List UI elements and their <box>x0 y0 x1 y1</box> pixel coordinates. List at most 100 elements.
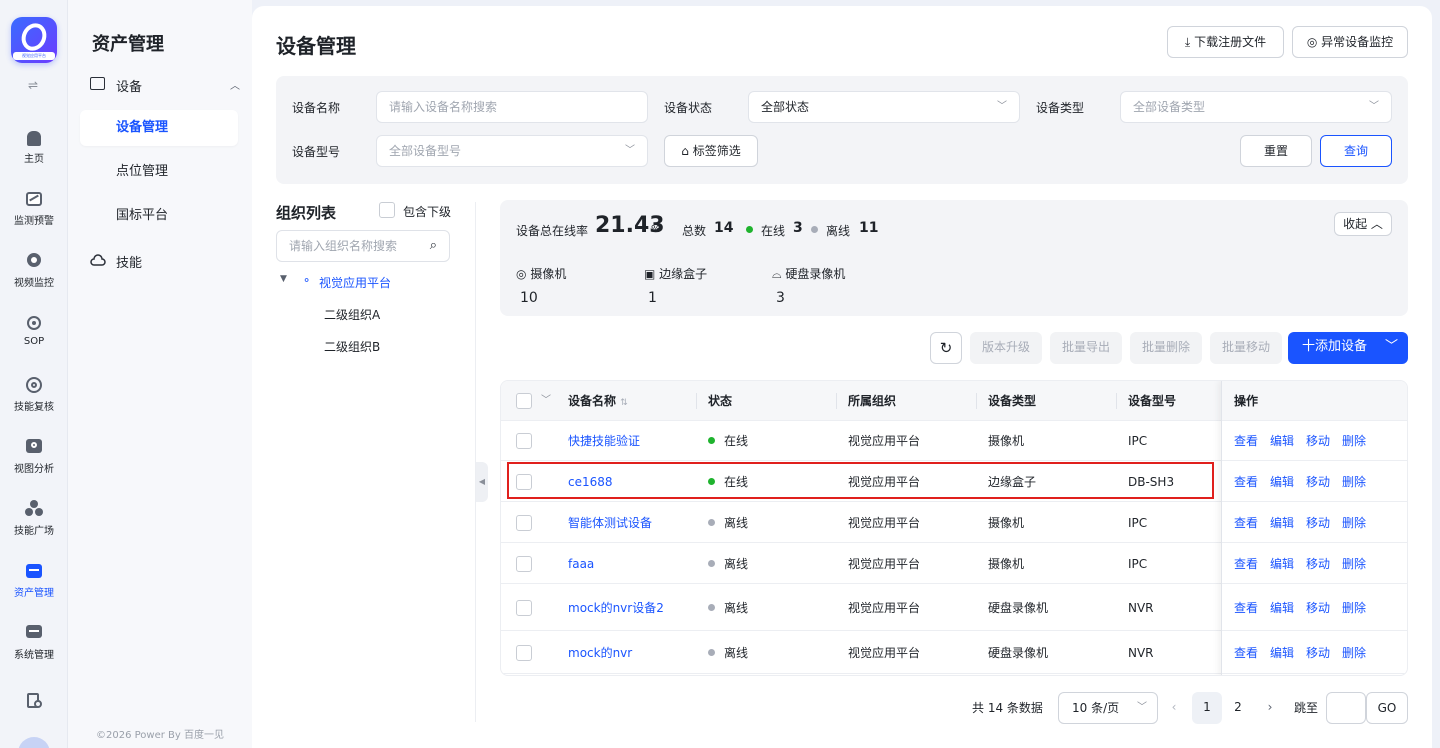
status-cell: 离线 <box>708 585 748 630</box>
download-register-file-button[interactable]: ⤓ 下载注册文件 <box>1167 26 1284 58</box>
rail-item-skill-square[interactable]: 技能广场 <box>0 500 68 537</box>
category-label: 摄像机 <box>530 267 567 281</box>
app-logo[interactable]: 视觉应用平台 <box>11 17 57 63</box>
collapse-button[interactable]: 收起 ︿ <box>1334 212 1392 236</box>
row-checkbox[interactable] <box>516 556 532 572</box>
row-checkbox[interactable] <box>516 433 532 449</box>
menu-item-gb-platform[interactable]: 国标平台 <box>80 198 238 234</box>
device-name-link[interactable]: faaa <box>568 544 594 583</box>
caret-left-icon: ◀ <box>478 477 486 486</box>
row-checkbox[interactable] <box>516 645 532 661</box>
version-upgrade-button[interactable]: 版本升级 <box>970 332 1042 364</box>
rail-label: 资产管理 <box>14 588 54 599</box>
sort-icon[interactable]: ⇅ <box>620 398 628 408</box>
rail-label: 监测预警 <box>14 216 54 227</box>
collapse-handle[interactable]: ◀ <box>476 462 488 502</box>
org-tree-root[interactable]: 视觉应用平台 <box>319 274 391 291</box>
rail-label: 技能广场 <box>14 526 54 537</box>
chevron-left-icon: ‹ <box>1171 700 1177 714</box>
device-model-select[interactable]: 全部设备型号 ﹀ <box>376 135 648 167</box>
go-button[interactable]: GO <box>1366 692 1408 724</box>
switch-icon[interactable]: ⇌ <box>28 78 38 92</box>
tag-filter-button[interactable]: ⌂ 标签筛选 <box>664 135 758 167</box>
page-size-select[interactable]: 10 条/页 ﹀ <box>1058 692 1158 724</box>
secondary-nav: 资产管理 设备 ︿ 设备管理 点位管理 国标平台 技能 ©2026 Power … <box>68 0 252 748</box>
next-page-button[interactable]: › <box>1258 692 1282 724</box>
org-search-input[interactable]: 请输入组织名称搜索 ⌕ <box>276 230 450 262</box>
offline-label: 离线 <box>826 224 851 238</box>
refresh-button[interactable]: ↻ <box>930 332 962 364</box>
column-separator <box>976 393 977 409</box>
logo-caption: 视觉应用平台 <box>13 52 55 60</box>
select-value: 全部状态 <box>761 100 810 114</box>
rail-label: 视图分析 <box>14 464 54 475</box>
total-value: 14 <box>714 220 734 236</box>
offline-dot-icon <box>708 560 715 567</box>
fixed-actions-column <box>1221 381 1407 675</box>
rail-item-monitoring-alert[interactable]: 监测预警 <box>0 190 68 227</box>
rail-item-asset-management[interactable]: 资产管理 <box>0 562 68 599</box>
status-text: 离线 <box>724 557 749 571</box>
rail-item-video-monitor[interactable]: 视频监控 <box>0 252 68 289</box>
device-name-link[interactable]: 快捷技能验证 <box>568 421 640 460</box>
device-status-select[interactable]: 全部状态 ﹀ <box>748 91 1020 123</box>
download-icon: ⤓ <box>1184 35 1191 49</box>
query-button[interactable]: 查询 <box>1320 135 1392 167</box>
include-sub-checkbox[interactable] <box>379 202 395 218</box>
rail-item-system-management[interactable]: 系统管理 <box>0 624 68 661</box>
org-tree-child[interactable]: 二级组织A <box>324 306 380 323</box>
type-cell: 摄像机 <box>988 557 1025 571</box>
device-name-input[interactable]: 请输入设备名称搜索 <box>376 91 648 123</box>
add-device-button[interactable]: 十添加设备 ﹀ <box>1288 332 1408 364</box>
batch-export-button[interactable]: 批量导出 <box>1050 332 1122 364</box>
select-dropdown-icon[interactable]: ﹀ <box>541 381 551 421</box>
caret-down-icon[interactable]: ▼ <box>280 274 287 284</box>
rail-item-sop[interactable]: SOP <box>0 314 68 347</box>
chevron-down-icon[interactable]: ﹀ <box>1385 332 1398 362</box>
menu-group-skill[interactable]: 技能 <box>90 252 240 271</box>
org-tree-child[interactable]: 二级组织B <box>324 338 380 355</box>
column-header-model: 设备型号 <box>1128 394 1177 408</box>
device-type-select[interactable]: 全部设备类型 ﹀ <box>1120 91 1392 123</box>
chart-line-icon <box>25 190 43 208</box>
camera-category: ◎ 摄像机 <box>516 265 566 282</box>
row-checkbox[interactable] <box>516 515 532 531</box>
reset-button[interactable]: 重置 <box>1240 135 1312 167</box>
device-name-link[interactable]: mock的nvr设备2 <box>568 585 664 630</box>
rail-item-schedule[interactable] <box>0 692 68 714</box>
model-cell: IPC <box>1128 433 1148 448</box>
menu-item-device-management[interactable]: 设备管理 <box>80 110 238 146</box>
rail-label: 主页 <box>24 154 44 165</box>
column-separator <box>696 393 697 409</box>
batch-move-button[interactable]: 批量移动 <box>1210 332 1282 364</box>
abnormal-device-monitor-button[interactable]: ◎ 异常设备监控 <box>1292 26 1408 58</box>
device-name-link[interactable]: 智能体测试设备 <box>568 503 652 542</box>
org-cell: 视觉应用平台 <box>848 601 921 615</box>
row-checkbox[interactable] <box>516 600 532 616</box>
menu-item-point-management[interactable]: 点位管理 <box>80 154 238 190</box>
include-sub-label: 包含下级 <box>403 205 452 219</box>
select-placeholder: 全部设备型号 <box>389 144 462 158</box>
home-icon <box>25 128 43 146</box>
chevron-down-icon: ﹀ <box>997 101 1007 112</box>
jump-page-input[interactable] <box>1326 692 1366 724</box>
column-header-name[interactable]: 设备名称 ⇅ <box>568 381 628 421</box>
org-list-title: 组织列表 <box>276 204 337 222</box>
rail-item-home[interactable]: 主页 <box>0 128 68 165</box>
column-header-org: 所属组织 <box>848 394 897 408</box>
calendar-clock-icon <box>25 692 43 710</box>
device-type-label: 设备类型 <box>1036 101 1085 115</box>
rail-item-view-analysis[interactable]: 视图分析 <box>0 438 68 475</box>
org-cell: 视觉应用平台 <box>848 434 921 448</box>
page-button-1[interactable]: 1 <box>1192 692 1222 724</box>
select-all-checkbox[interactable] <box>516 393 532 409</box>
user-avatar[interactable] <box>18 737 50 748</box>
menu-group-device[interactable]: 设备 ︿ <box>90 76 240 95</box>
status-text: 离线 <box>724 601 749 615</box>
batch-delete-button[interactable]: 批量删除 <box>1130 332 1202 364</box>
device-name-link[interactable]: mock的nvr <box>568 632 632 673</box>
offline-value: 11 <box>859 220 879 236</box>
page-button-2[interactable]: 2 <box>1223 692 1253 724</box>
prev-page-button[interactable]: ‹ <box>1164 692 1184 724</box>
rail-item-skill-review[interactable]: 技能复核 <box>0 376 68 413</box>
